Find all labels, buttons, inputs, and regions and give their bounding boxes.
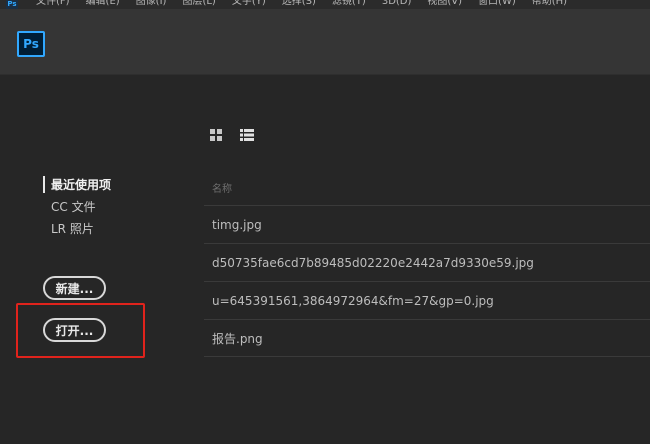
file-name: d50735fae6cd7b89485d02220e2442a7d9330e59… xyxy=(212,255,534,270)
list-view-icon[interactable] xyxy=(240,129,254,141)
file-row[interactable]: u=645391561,3864972964&fm=27&gp=0.jpg xyxy=(204,281,650,319)
menu-window[interactable]: 窗口(W) xyxy=(478,0,516,7)
menu-file[interactable]: 文件(F) xyxy=(36,0,70,7)
menu-help[interactable]: 帮助(H) xyxy=(532,0,567,7)
menu-view[interactable]: 视图(V) xyxy=(427,0,462,7)
menu-filter[interactable]: 滤镜(T) xyxy=(332,0,366,7)
file-name: 报告.png xyxy=(212,331,263,346)
grid-view-icon[interactable] xyxy=(210,129,222,141)
open-button-highlight xyxy=(16,303,145,358)
photoshop-logo-text: Ps xyxy=(23,37,39,51)
photoshop-start-screen: Ps 文件(F) 编辑(E) 图像(I) 图层(L) 文字(Y) 选择(S) 滤… xyxy=(0,0,650,444)
sidebar-item-cc-files[interactable]: CC 文件 xyxy=(51,198,96,215)
menu-select[interactable]: 选择(S) xyxy=(282,0,316,7)
sidebar-item-recent[interactable]: 最近使用项 xyxy=(43,176,111,193)
file-row[interactable]: timg.jpg xyxy=(204,205,650,243)
sidebar-item-lr-photos[interactable]: LR 照片 xyxy=(51,220,94,237)
menu-bar: Ps 文件(F) 编辑(E) 图像(I) 图层(L) 文字(Y) 选择(S) 滤… xyxy=(0,0,650,9)
menu-image[interactable]: 图像(I) xyxy=(136,0,167,7)
app-mini-icon: Ps xyxy=(6,0,18,9)
new-button[interactable]: 新建... xyxy=(43,276,106,300)
file-name: u=645391561,3864972964&fm=27&gp=0.jpg xyxy=(212,293,494,308)
photoshop-logo: Ps xyxy=(17,31,45,57)
file-row[interactable]: d50735fae6cd7b89485d02220e2442a7d9330e59… xyxy=(204,243,650,281)
header-bar: Ps xyxy=(0,9,650,75)
file-row[interactable]: 报告.png xyxy=(204,319,650,357)
menu-layer[interactable]: 图层(L) xyxy=(182,0,215,7)
file-name: timg.jpg xyxy=(212,217,262,232)
menu-3d[interactable]: 3D(D) xyxy=(382,0,412,7)
menu-type[interactable]: 文字(Y) xyxy=(232,0,266,7)
column-header-name[interactable]: 名称 xyxy=(212,180,232,195)
menu-edit[interactable]: 编辑(E) xyxy=(86,0,120,7)
